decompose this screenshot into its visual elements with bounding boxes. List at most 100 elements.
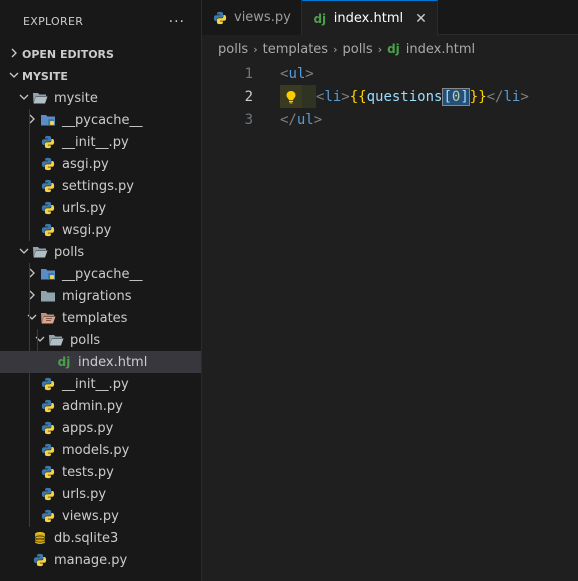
indent-highlight [302,85,316,108]
tree-item[interactable]: admin.py [0,395,201,417]
indent-guide [29,131,30,153]
explorer-header: EXPLORER ··· [0,0,201,43]
folder-icon [40,288,56,304]
python-icon [40,156,56,172]
python-icon [40,508,56,524]
tree-item-label: models.py [62,442,130,458]
chevron-right-icon [24,114,40,127]
tree-item[interactable]: asgi.py [0,153,201,175]
tree-item[interactable]: __init__.py [0,373,201,395]
line-number: 3 [244,111,253,128]
chevron-right-icon [24,290,40,303]
close-icon[interactable]: ✕ [415,11,427,27]
tree-item[interactable]: tests.py [0,461,201,483]
indent-guide [29,153,30,175]
tree-item[interactable]: __pycache__ [0,109,201,131]
python-folder-icon [40,112,56,128]
breadcrumb-item[interactable]: polls [342,42,372,57]
chevron-down-icon [16,246,32,259]
tree-item[interactable]: db.sqlite3 [0,527,201,549]
tree-item[interactable]: urls.py [0,483,201,505]
indent-guide [29,109,30,131]
django-icon: dj [387,42,400,56]
file-tree: mysite __pycache__ __init__.py asgi.py setti… [0,87,201,571]
tree-item-label: __pycache__ [62,266,143,282]
indent-guide [29,483,30,505]
breadcrumb-item[interactable]: templates [263,42,328,57]
python-icon [40,398,56,414]
templates-folder-icon [40,310,56,326]
python-icon [32,552,48,568]
tree-item[interactable]: models.py [0,439,201,461]
tree-item[interactable]: migrations [0,285,201,307]
explorer-title: EXPLORER [23,15,84,28]
chevron-down-icon [16,92,32,105]
indent-guide [29,197,30,219]
lightbulb-icon[interactable] [280,85,302,108]
breadcrumb-separator: › [377,42,383,56]
tree-item[interactable]: __init__.py [0,131,201,153]
tree-item[interactable]: templates [0,307,201,329]
more-actions-icon[interactable]: ··· [169,14,185,30]
chevron-down-icon [24,312,40,325]
tree-item[interactable]: dj index.html [0,351,201,373]
tree-item[interactable]: apps.py [0,417,201,439]
indent-guide [37,351,38,373]
code-line-current: 2 <li>{{questions[0]}}</li> [202,85,578,108]
python-icon [40,442,56,458]
tree-item[interactable]: manage.py [0,549,201,571]
tree-item[interactable]: __pycache__ [0,263,201,285]
python-folder-icon [40,266,56,282]
open-editors-label: OPEN EDITORS [22,47,114,61]
tree-item-label: polls [70,332,101,348]
tab-label: views.py [234,10,291,25]
tree-item[interactable]: polls [0,241,201,263]
chevron-right-icon [6,48,22,61]
breadcrumb-item[interactable]: polls [218,42,248,57]
tree-item[interactable]: views.py [0,505,201,527]
python-icon [40,134,56,150]
workspace-label: MYSITE [22,69,68,83]
django-icon: dj [57,355,71,369]
indent-guide [29,439,30,461]
tree-item[interactable]: settings.py [0,175,201,197]
chevron-down-icon [6,70,22,83]
code-text: <li>{{questions[0]}}</li> [316,87,529,106]
folder-icon [32,244,48,260]
open-editors-section[interactable]: OPEN EDITORS [0,43,201,65]
code-text: </ul> [280,111,323,128]
code-editor[interactable]: 1 <ul> 2 <li>{{questions[0]}}</li> 3 </u… [202,62,578,581]
breadcrumb: polls › templates › polls › dj index.htm… [202,38,578,60]
editor-tabs: views.py dj index.html ✕ [202,0,578,36]
tab-index-html[interactable]: dj index.html ✕ [301,0,438,36]
tree-item-label: polls [54,244,85,260]
breadcrumb-item[interactable]: index.html [406,42,475,57]
tree-item-label: index.html [78,354,148,370]
tree-item-label: __pycache__ [62,112,143,128]
code-line: 1 <ul> [202,62,578,85]
tree-item-label: tests.py [62,464,114,480]
indent-guide [29,461,30,483]
tree-item-label: admin.py [62,398,123,414]
tree-item[interactable]: wsgi.py [0,219,201,241]
tab-label: index.html [333,11,404,26]
indent-guide [29,175,30,197]
tree-item-label: db.sqlite3 [54,530,119,546]
python-icon [40,420,56,436]
workspace-section[interactable]: MYSITE [0,65,201,87]
tree-item-label: urls.py [62,486,107,502]
breadcrumb-separator: › [333,42,338,56]
tree-item-label: wsgi.py [62,222,112,238]
tree-item[interactable]: mysite [0,87,201,109]
indent-guide [29,263,30,285]
tree-item[interactable]: urls.py [0,197,201,219]
indent-guide [29,373,30,395]
code-line: 3 </ul> [202,108,578,131]
indent-guide [29,285,30,307]
tree-item[interactable]: polls [0,329,201,351]
tree-item-label: apps.py [62,420,114,436]
chevron-down-icon [32,334,48,347]
database-icon [32,530,48,546]
tab-views-py[interactable]: views.py [202,0,302,35]
line-number: 1 [244,65,253,82]
